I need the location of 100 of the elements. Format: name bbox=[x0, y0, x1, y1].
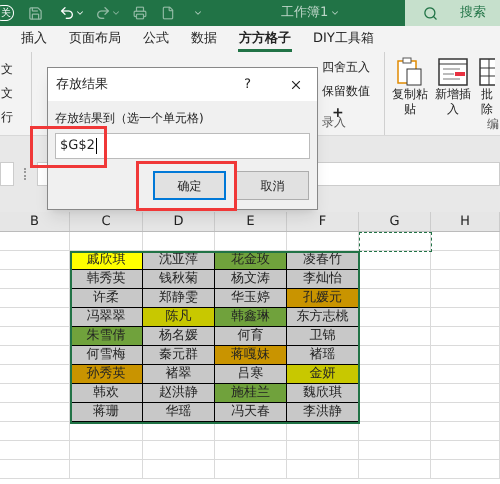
table-cell: 许柔 bbox=[70, 289, 143, 308]
table-cell bbox=[287, 441, 359, 460]
dialog-button[interactable]: 取消 bbox=[236, 171, 309, 200]
table-cell bbox=[359, 270, 431, 289]
table-cell bbox=[143, 422, 215, 441]
table-cell bbox=[431, 422, 500, 441]
table-cell bbox=[0, 365, 70, 384]
table-cell bbox=[0, 403, 70, 422]
ribbon-tab[interactable]: 插入 bbox=[20, 28, 48, 52]
table-cell bbox=[0, 327, 70, 346]
table-cell bbox=[215, 460, 287, 479]
table-cell: 华瑶 bbox=[143, 403, 215, 422]
ribbon-item[interactable]: 行 bbox=[1, 108, 31, 126]
table-cell bbox=[359, 251, 431, 270]
table-cell: 韩鑫琳 bbox=[215, 308, 287, 327]
table-cell bbox=[431, 384, 500, 403]
ribbon-item[interactable]: 文 bbox=[1, 84, 31, 102]
table-cell: 蒋珊 bbox=[70, 403, 143, 422]
table-cell bbox=[0, 384, 70, 403]
table-cell: 何雪梅 bbox=[70, 346, 143, 365]
ribbon-button[interactable]: 新增插 入 bbox=[434, 57, 472, 135]
table-cell: 冯翠翠 bbox=[70, 308, 143, 327]
table-cell: 吕寒 bbox=[215, 365, 287, 384]
table-cell: 郑静雯 bbox=[143, 289, 215, 308]
table-cell bbox=[359, 384, 431, 403]
window-title: 工作簿1 bbox=[281, 4, 328, 22]
column-header[interactable]: G bbox=[359, 212, 431, 231]
table-cell bbox=[0, 308, 70, 327]
table-cell: 钱秋菊 bbox=[143, 270, 215, 289]
table-cell bbox=[0, 251, 70, 270]
ribbon-item[interactable]: 保留数值 bbox=[322, 82, 370, 100]
search-field[interactable]: 搜索 bbox=[405, 0, 500, 26]
search-icon bbox=[423, 6, 438, 20]
table-cell bbox=[143, 441, 215, 460]
dialog-title: 存放结果 bbox=[56, 76, 108, 94]
ribbon-tab[interactable]: 公式 bbox=[142, 28, 170, 52]
column-header[interactable]: C bbox=[70, 212, 143, 231]
column-header[interactable]: B bbox=[0, 212, 70, 231]
column-header[interactable]: E bbox=[215, 212, 287, 231]
table-cell: 褚瑶 bbox=[287, 346, 359, 365]
table-cell: 杨文涛 bbox=[215, 270, 287, 289]
table-cell bbox=[359, 403, 431, 422]
column-header[interactable]: F bbox=[287, 212, 359, 231]
table-cell: 杨名媛 bbox=[143, 327, 215, 346]
table-cell bbox=[359, 327, 431, 346]
table-cell bbox=[431, 308, 500, 327]
table-cell bbox=[0, 270, 70, 289]
field-label: 存放结果到（选一个单元格) bbox=[55, 111, 204, 125]
table-cell bbox=[431, 460, 500, 479]
help-button[interactable]: ? bbox=[244, 74, 251, 94]
table-cell bbox=[431, 289, 500, 308]
ribbon-tab[interactable]: DIY工具箱 bbox=[312, 28, 375, 52]
table-cell: 秦元群 bbox=[143, 346, 215, 365]
ribbon-button[interactable]: 复制粘 贴 bbox=[391, 57, 429, 135]
table-cell: 李洪静 bbox=[287, 403, 359, 422]
table-cell bbox=[0, 441, 70, 460]
table-cell bbox=[359, 308, 431, 327]
table-cell bbox=[431, 403, 500, 422]
table-cell: 华玉婷 bbox=[215, 289, 287, 308]
table-cell bbox=[359, 460, 431, 479]
table-cell bbox=[0, 422, 70, 441]
table-cell bbox=[431, 327, 500, 346]
table-cell: 朱雪倩 bbox=[70, 327, 143, 346]
table-cell: 蒋嘎妹 bbox=[215, 346, 287, 365]
list-icon bbox=[438, 57, 468, 87]
autosave-toggle[interactable]: 关 bbox=[0, 5, 14, 21]
table-cell: 施桂兰 bbox=[215, 384, 287, 403]
table-cell bbox=[359, 289, 431, 308]
name-box[interactable] bbox=[0, 162, 14, 186]
table-cell bbox=[0, 289, 70, 308]
table-cell bbox=[143, 460, 215, 479]
undo-icon[interactable] bbox=[59, 5, 75, 21]
table-cell: 韩欢 bbox=[70, 384, 143, 403]
table-cell: 东方志桃 bbox=[287, 308, 359, 327]
table-cell bbox=[431, 346, 500, 365]
table-cell: 冯天春 bbox=[215, 403, 287, 422]
table-cell: 陈凡 bbox=[143, 308, 215, 327]
grid-icon bbox=[479, 57, 495, 87]
table-cell bbox=[215, 441, 287, 460]
table-cell bbox=[215, 422, 287, 441]
table-cell: 孙秀英 bbox=[70, 365, 143, 384]
input-field[interactable]: $G$2 bbox=[55, 133, 310, 159]
table-cell bbox=[359, 365, 431, 384]
group-label: 编 bbox=[487, 116, 499, 133]
table-cell: 何育 bbox=[215, 327, 287, 346]
ribbon-tab[interactable]: 页面布局 bbox=[68, 28, 122, 52]
ribbon-tab[interactable]: 数据 bbox=[190, 28, 218, 52]
table-cell: 韩秀英 bbox=[70, 270, 143, 289]
group-label: 录入 bbox=[322, 115, 346, 131]
table-cell bbox=[0, 346, 70, 365]
table-cell bbox=[431, 251, 500, 270]
column-header[interactable]: D bbox=[143, 212, 215, 231]
clipboard-icon bbox=[396, 57, 424, 87]
table-cell: 金妍 bbox=[287, 365, 359, 384]
ribbon-item[interactable]: 四舍五入 bbox=[322, 58, 370, 76]
dialog-button[interactable]: 确定 bbox=[153, 171, 226, 200]
column-header[interactable]: H bbox=[431, 212, 500, 231]
table-cell bbox=[431, 365, 500, 384]
ribbon-item[interactable]: 文 bbox=[1, 60, 31, 78]
table-cell bbox=[287, 460, 359, 479]
